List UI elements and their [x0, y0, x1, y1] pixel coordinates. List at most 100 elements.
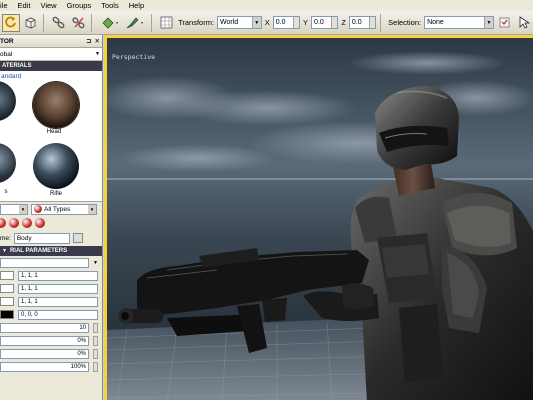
x-field[interactable]: 0.0 [272, 16, 301, 29]
grid-button[interactable] [158, 14, 176, 32]
menu-bar: ile Edit View Groups Tools Help [0, 0, 533, 11]
paint-bucket-icon [102, 16, 118, 29]
panel-titlebar: TOR ⊐ ✕ [0, 35, 102, 48]
unlink-icon [72, 17, 85, 29]
material-thumb-partial-1[interactable] [0, 81, 16, 121]
material-browser: andard Head s Rifle [0, 71, 102, 202]
material-parameters-header[interactable]: ▼ RIAL PARAMETERS [0, 246, 102, 256]
x-spinner[interactable] [293, 17, 300, 28]
filter-icon [499, 17, 510, 28]
material-filter-input[interactable]: ▼ [0, 203, 28, 215]
select-cursor-button[interactable] [515, 14, 533, 32]
material-thumb-partial-2[interactable] [0, 143, 16, 183]
materials-header[interactable]: ATERIALS [0, 61, 102, 71]
menu-help[interactable]: Help [129, 1, 144, 10]
y-spinner[interactable] [331, 17, 338, 28]
chevron-down-icon: ▼ [483, 17, 493, 28]
panel-title: TOR [0, 37, 14, 45]
color-value-field[interactable]: 1, 1, 1 [18, 283, 98, 294]
assign-material-icon[interactable] [22, 218, 32, 228]
spinner[interactable] [93, 361, 98, 372]
pick-icon[interactable] [72, 233, 83, 243]
color-value-field[interactable]: 1, 1, 1 [18, 270, 98, 281]
material-editor-panel: TOR ⊐ ✕ obal ▼ ATERIALS andard Head s Ri… [0, 35, 103, 400]
param-color-row: 1, 1, 1 [0, 269, 102, 282]
close-icon[interactable]: ✕ [95, 37, 100, 45]
select-filter-button[interactable] [496, 14, 514, 32]
new-material-icon[interactable] [0, 218, 6, 228]
transform-label: Transform: [178, 18, 215, 27]
numeric-field[interactable]: 0% [0, 348, 89, 359]
material-actions-row [0, 216, 102, 230]
unlink-button[interactable] [69, 14, 87, 32]
spinner[interactable] [93, 322, 98, 333]
color-swatch[interactable] [0, 310, 14, 319]
scope-select[interactable]: obal ▼ [0, 48, 102, 61]
numeric-field[interactable]: 0% [0, 335, 89, 346]
material-label-body: s [4, 189, 8, 195]
param-value: 1, 1, 1 [21, 272, 38, 279]
shader-select[interactable] [0, 257, 90, 268]
type-value: All Types [44, 205, 71, 213]
pin-icon[interactable]: ⊐ [86, 37, 91, 45]
menu-file[interactable]: ile [0, 1, 8, 10]
menu-view[interactable]: View [40, 1, 56, 10]
param-value: 1, 1, 1 [21, 285, 38, 292]
color-swatch[interactable] [0, 284, 14, 293]
main-toolbar: Transform: World ▼ X 0.0 Y 0.0 Z 0.0 Sel… [0, 11, 533, 35]
material-thumb-head[interactable] [33, 82, 79, 128]
perspective-viewport[interactable]: Perspective [104, 35, 533, 400]
link-button[interactable] [50, 14, 68, 32]
viewport-label[interactable]: Perspective [112, 53, 155, 61]
scale-tool-button[interactable] [22, 14, 40, 32]
copy-material-icon[interactable] [9, 218, 19, 228]
param-numeric-row: 10 [0, 321, 102, 334]
toolbar-separator [43, 13, 44, 32]
menu-edit[interactable]: Edit [18, 1, 31, 10]
params-header-label: RIAL PARAMETERS [9, 248, 68, 254]
transform-select[interactable]: World ▼ [217, 16, 262, 29]
z-value: 0.0 [351, 19, 362, 26]
brush-button[interactable] [123, 14, 146, 32]
numeric-field[interactable]: 10 [0, 322, 89, 333]
material-type-select[interactable]: All Types ▼ [31, 203, 97, 215]
selection-value: None [427, 19, 444, 26]
toolbar-separator [90, 13, 92, 32]
menu-tools[interactable]: Tools [101, 1, 119, 10]
viewport-scene [107, 38, 533, 400]
z-spinner[interactable] [369, 17, 376, 28]
numeric-value: 100% [70, 363, 86, 370]
color-swatch[interactable] [0, 271, 14, 280]
brush-icon [126, 17, 143, 28]
chevron-down-icon: ▼ [19, 204, 27, 214]
material-ball-icon [34, 205, 42, 213]
param-numeric-row: 100% [0, 360, 102, 373]
delete-material-icon[interactable] [35, 218, 45, 228]
color-value-field[interactable]: 1, 1, 1 [18, 296, 98, 307]
materials-subgroup[interactable]: andard [0, 71, 102, 81]
rotate-tool-button[interactable] [2, 13, 20, 32]
rotate-icon [5, 16, 17, 28]
x-value: 0.0 [275, 19, 286, 26]
selection-select[interactable]: None ▼ [424, 16, 494, 29]
y-field[interactable]: 0.0 [311, 16, 339, 29]
paint-button[interactable] [98, 14, 121, 32]
param-shader-row: ▼ [0, 256, 102, 269]
numeric-value: 10 [79, 324, 86, 331]
color-value-field[interactable]: 0, 0, 0 [18, 309, 98, 320]
selection-label: Selection: [388, 18, 422, 27]
param-numeric-row: 0% [0, 347, 102, 360]
menu-groups[interactable]: Groups [67, 1, 92, 10]
toolbar-separator [150, 13, 152, 32]
spinner[interactable] [93, 335, 98, 346]
color-swatch[interactable] [0, 297, 14, 306]
z-field[interactable]: 0.0 [348, 16, 377, 29]
scope-value: obal [0, 50, 13, 58]
material-thumb-rifle[interactable] [33, 143, 79, 189]
material-name-input[interactable]: Body [13, 232, 70, 244]
numeric-field[interactable]: 100% [0, 361, 89, 372]
material-label-head: Head [46, 129, 62, 135]
cube-icon [25, 17, 36, 29]
grid-icon [160, 16, 173, 29]
spinner[interactable] [93, 348, 98, 359]
